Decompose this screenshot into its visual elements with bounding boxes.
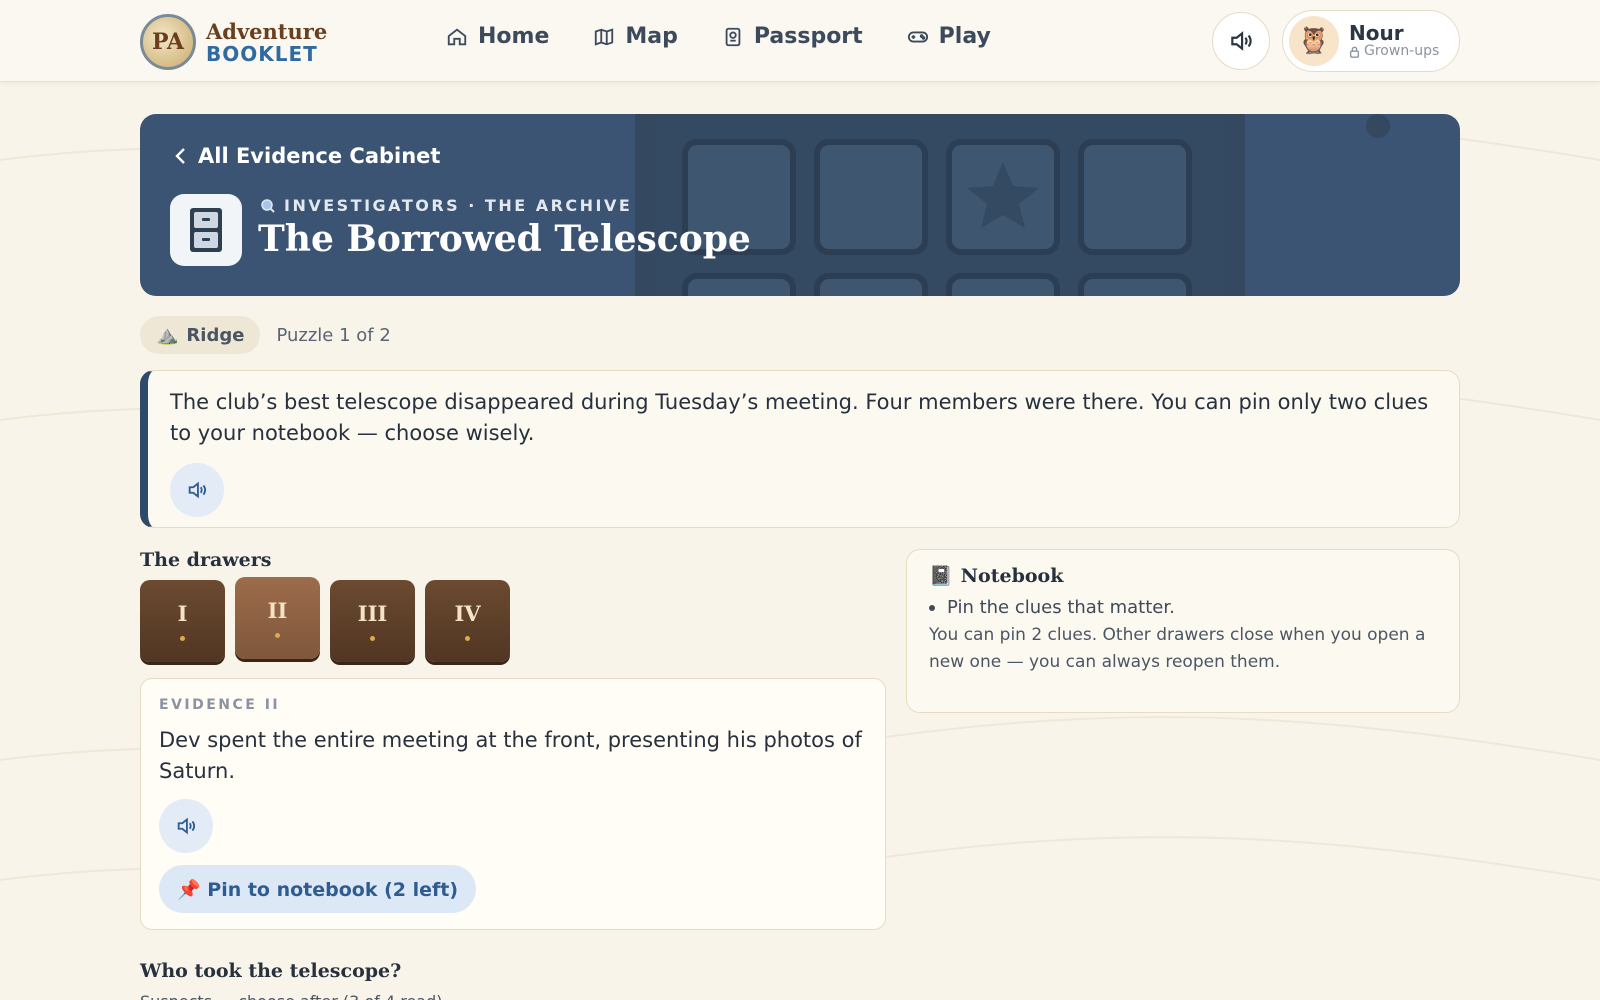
notebook-list: Pin the clues that matter. <box>929 597 1437 618</box>
notebook-help-text: You can pin 2 clues. Other drawers close… <box>929 625 1426 672</box>
drawer-label: I <box>177 601 188 626</box>
user-profile-chip[interactable]: 🦉 Nour Grown-ups <box>1282 10 1460 72</box>
nav-play-label: Play <box>938 24 991 49</box>
filing-cabinet-icon <box>170 194 242 266</box>
brand-line2: BOOKLET <box>206 41 318 66</box>
drawer-knob <box>465 636 470 641</box>
notebook-title-text: Notebook <box>960 564 1064 587</box>
drawer-knob <box>275 633 280 638</box>
back-link-label: All Evidence Cabinet <box>198 144 441 168</box>
drawer-knob <box>180 636 185 641</box>
top-bar: PA Adventure BOOKLET Home Map Passport P… <box>0 0 1600 82</box>
pin-to-notebook-button[interactable]: 📌 Pin to notebook (2 left) <box>159 865 477 913</box>
nav-map[interactable]: Map <box>593 24 678 49</box>
lock-icon <box>1349 46 1360 58</box>
back-to-cabinet-link[interactable]: All Evidence Cabinet <box>174 144 440 168</box>
page-title: The Borrowed Telescope <box>258 218 751 260</box>
notebook-title: 📓 Notebook <box>929 564 1437 588</box>
notebook-icon: 📓 <box>929 565 953 587</box>
avatar: 🦉 <box>1289 16 1339 66</box>
chevron-left-icon <box>175 148 185 164</box>
map-icon <box>595 27 614 46</box>
grown-ups-link[interactable]: Grown-ups <box>1349 43 1440 60</box>
logo-badge: PA <box>140 14 196 70</box>
magnifier-icon <box>261 198 275 213</box>
hero-kicker-text: INVESTIGATORS · THE ARCHIVE <box>284 196 633 215</box>
region-label: Ridge <box>186 324 245 346</box>
speaker-icon <box>177 817 196 835</box>
hero-banner: All Evidence Cabinet INVESTIGATORS · THE… <box>140 114 1460 296</box>
puzzle-counter: Puzzle 1 of 2 <box>276 324 391 346</box>
user-text: Nour Grown-ups <box>1349 22 1439 59</box>
passport-icon <box>725 27 741 46</box>
mountain-icon: ⛰️ <box>156 324 179 346</box>
drawer-ii[interactable]: II <box>235 577 320 659</box>
brand-text: Adventure BOOKLET <box>206 21 327 64</box>
puzzle-meta: ⛰️ Ridge Puzzle 1 of 2 <box>140 316 391 354</box>
nav-home[interactable]: Home <box>446 24 549 49</box>
drawer-iii[interactable]: III <box>330 580 415 662</box>
drawer-row: I II III IV <box>140 577 510 662</box>
drawer-knob <box>370 636 375 641</box>
read-aloud-evidence-button[interactable] <box>159 799 213 853</box>
read-aloud-intro-button[interactable] <box>170 463 224 517</box>
drawer-label: II <box>267 598 288 623</box>
drawer-label: III <box>357 601 388 626</box>
nav-home-label: Home <box>478 24 550 49</box>
home-icon <box>447 28 467 45</box>
evidence-label: EVIDENCE II <box>159 697 281 713</box>
drawers-heading: The drawers <box>140 549 272 571</box>
speaker-icon <box>1231 31 1252 51</box>
evidence-text: Dev spent the entire meeting at the fron… <box>159 728 862 783</box>
sound-toggle-button[interactable] <box>1212 12 1270 70</box>
list-item: Pin the clues that matter. <box>929 597 1437 618</box>
brand-line1: Adventure <box>206 18 328 44</box>
bubble-decoration <box>1366 114 1390 138</box>
grown-ups-label: Grown-ups <box>1364 43 1440 60</box>
question-subtext: Suspects — choose after (3 of 4 read) <box>140 992 442 1000</box>
nav-play[interactable]: Play <box>907 24 991 49</box>
nav-passport-label: Passport <box>753 24 863 49</box>
brand-logo[interactable]: PA Adventure BOOKLET <box>140 14 327 70</box>
cabinet-illustration <box>635 114 1245 296</box>
drawer-i[interactable]: I <box>140 580 225 662</box>
nav-map-label: Map <box>625 24 678 49</box>
main-nav: Home Map Passport Play <box>446 24 1035 49</box>
notebook-panel: 📓 Notebook Pin the clues that matter. Yo… <box>906 549 1460 713</box>
evidence-card: EVIDENCE II Dev spent the entire meeting… <box>140 678 886 930</box>
drawer-label: IV <box>454 601 481 626</box>
user-name: Nour <box>1349 21 1404 46</box>
hero-kicker: INVESTIGATORS · THE ARCHIVE <box>260 196 632 215</box>
question-heading: Who took the telescope? <box>140 960 402 982</box>
gamepad-icon <box>907 31 928 42</box>
story-intro-card: The club’s best telescope disappeared du… <box>140 370 1460 528</box>
region-badge: ⛰️ Ridge <box>140 316 261 354</box>
story-intro-text: The club’s best telescope disappeared du… <box>170 390 1429 445</box>
speaker-icon <box>188 481 207 499</box>
drawer-iv[interactable]: IV <box>425 580 510 662</box>
nav-passport[interactable]: Passport <box>722 24 863 49</box>
